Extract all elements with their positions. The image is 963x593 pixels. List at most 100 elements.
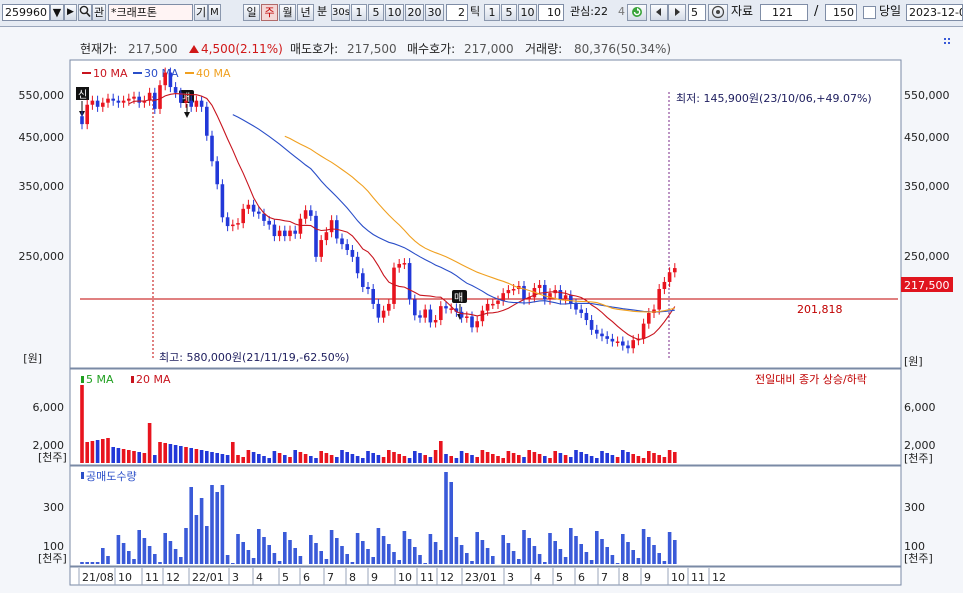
short-bar [215,492,219,564]
x-axis-label: 6 [578,571,585,584]
candle-body [444,306,448,309]
x-axis-label: 7 [601,571,608,584]
chart-svg[interactable]: 현재가: 217,500 4,500(2.11%) 매도호가: 217,500 … [0,27,963,593]
short-bar [153,554,157,564]
short-bar [600,539,604,564]
period-1min[interactable]: 1 [351,4,367,21]
candle-body [376,303,381,318]
search-button[interactable] [78,4,92,21]
next-button[interactable] [668,4,686,21]
settings-button[interactable] [708,4,728,21]
period-10min[interactable]: 10 [385,4,404,21]
refresh-button[interactable] [627,4,647,21]
short-bar [158,562,162,564]
today-checkbox[interactable] [863,6,876,19]
short-bar [413,547,417,564]
candle-body [413,299,417,316]
short-bar [444,472,448,564]
candle-body [90,100,95,105]
volume-bar [309,456,313,463]
x-axis-label: 11 [420,571,434,584]
volume-bar [636,456,641,463]
short-bar [288,540,292,564]
volume-bar [522,457,526,463]
volume-bar [95,440,100,463]
candle-body [496,300,500,304]
candle-body [340,238,344,245]
tick-input[interactable]: 2 [446,4,468,21]
short-bar [309,535,313,564]
period-week[interactable]: 주 [261,4,278,21]
short-bar [225,555,230,564]
candle-body [485,303,490,311]
volume-bar [215,453,219,463]
volume-bar [402,456,407,463]
candle-body [267,220,271,225]
period-5min[interactable]: 5 [368,4,384,21]
short-bar [423,563,427,564]
short-bar [220,485,225,564]
period-20min[interactable]: 20 [405,4,424,21]
candle-body [173,87,178,93]
candle-body [657,289,661,310]
data-count-select[interactable]: 121 [760,4,808,21]
candle-body [522,285,526,300]
short-bar [662,561,667,564]
volume-bar [288,457,292,463]
volume-bar [595,458,599,463]
tick-10[interactable]: 10 [518,4,537,21]
candle-body [569,295,573,304]
period-30min[interactable]: 30 [425,4,444,21]
volume-bar [392,452,396,463]
count-input[interactable]: 5 [688,4,706,21]
short-bar [392,552,396,564]
candle-body [381,310,386,318]
volume-bar [179,446,183,463]
volume-bar [116,448,121,463]
today-label: 당일 [879,4,902,18]
period-month[interactable]: 월 [279,4,296,21]
volume-bar [381,457,386,463]
short-bar [137,530,141,564]
short-bar [517,559,521,564]
x-axis-label: 3 [232,571,239,584]
volume-bar [454,458,459,463]
ten-input[interactable]: 10 [538,4,564,21]
candle-body [350,249,355,257]
vol-unit-right: [천주] [904,451,933,465]
code-dropdown-button[interactable]: ▼ [50,4,64,21]
period-30s[interactable]: 30s [331,4,350,21]
short-bar [459,545,464,564]
candle-body [589,320,594,330]
short-bar [267,545,271,564]
legend-ma40: 40 MA [196,67,231,80]
period-day[interactable]: 일 [243,4,260,21]
stock-name-input[interactable]: *크래프톤 [108,4,193,21]
candle-body [298,218,303,234]
short-bar [199,498,204,564]
chart-area[interactable]: 현재가: 217,500 4,500(2.11%) 매도호가: 217,500 … [0,27,963,593]
candle-body [277,230,282,237]
kwan-button[interactable]: 관 [92,4,106,21]
m-button[interactable]: M [208,4,221,21]
settings-dots-icon[interactable] [944,38,950,44]
gi-button[interactable]: 기 [194,4,208,21]
period-year[interactable]: 년 [297,4,314,21]
tick-5[interactable]: 5 [501,4,517,21]
candle-body [257,211,261,214]
x-axis-label: 10 [671,571,685,584]
candle-body [121,100,126,103]
prev-button[interactable] [650,4,668,21]
volume-bar [527,450,531,463]
stock-code-input[interactable]: 259960 [2,4,50,21]
max-input[interactable]: 150 [825,4,857,21]
volume-bar [184,447,188,463]
x-axis-label: 3 [507,571,514,584]
x-axis-label: 5 [556,571,563,584]
date-input[interactable]: 2023-12-0 [906,4,963,21]
tick-1[interactable]: 1 [484,4,500,21]
vol-tick-right: 2,000 [904,439,936,452]
reference-line-label: 201,818 [797,303,843,316]
code-next-button[interactable]: ▶ [64,4,77,21]
volume-bar [387,450,391,463]
